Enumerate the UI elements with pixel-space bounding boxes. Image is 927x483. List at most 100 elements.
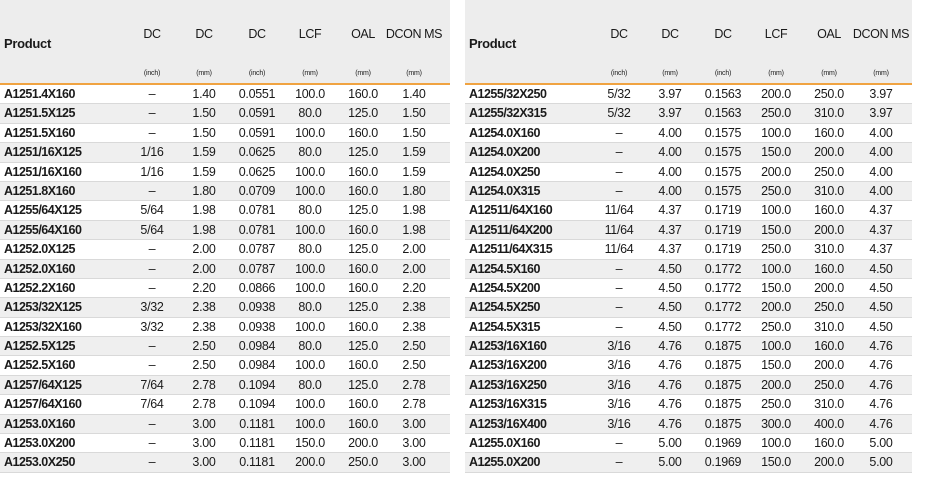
table-cell: 3.97 — [869, 87, 893, 101]
table-cell: 2.00 — [402, 261, 426, 276]
table-cell: 4.37 — [658, 222, 682, 237]
table-cell: 5.00 — [658, 455, 682, 470]
table-cell: 0.1719 — [704, 222, 742, 237]
table-row: A1254.0X160–4.00 0.1575 100.0 160.0 4.00 — [465, 124, 912, 144]
product-code: A1253/16X160 — [469, 339, 547, 354]
table-row: A1253/16X250 3/16 4.76 0.1875 200.0 250.0 4.76 — [465, 375, 912, 396]
table-cell: 200.0 — [761, 164, 791, 179]
table-cell: 400.0 — [814, 416, 844, 431]
table-cell: 4.50 — [658, 300, 682, 315]
table-cell: 0.1875 — [704, 397, 742, 412]
table-cell: 4.00 — [658, 164, 682, 179]
table-cell: 4.50 — [869, 261, 893, 276]
table-cell: 150.0 — [761, 280, 791, 295]
table-cell: 100.0 — [295, 125, 325, 140]
table-cell: – — [148, 339, 156, 354]
table-cell: 0.1772 — [704, 319, 742, 334]
table-cell: 4.76 — [658, 397, 682, 412]
table-cell: 3.97 — [658, 87, 682, 101]
table-cell: 160.0 — [814, 261, 844, 276]
table-cell: 4.00 — [658, 145, 682, 160]
table-cell: 0.0781 — [238, 203, 276, 218]
product-code: A12511/64X160 — [469, 203, 553, 218]
table-cell: 1.50 — [192, 125, 216, 140]
table-cell: 0.1181 — [239, 416, 275, 431]
table-cell: 4.37 — [658, 242, 682, 257]
table-row: A1253/16X400 3/16 4.76 0.1875 300.0 400.0 4.76 — [465, 414, 912, 435]
table-cell: 4.00 — [869, 145, 893, 160]
table-cell: 0.1094 — [238, 397, 276, 412]
table-cell: 4.50 — [658, 319, 682, 334]
table-cell: 1.50 — [402, 125, 426, 140]
table-cell: 1/16 — [140, 164, 164, 179]
table-cell: 310.0 — [814, 319, 844, 334]
table-cell: 2.00 — [192, 242, 216, 257]
table-cell: 100.0 — [295, 87, 325, 101]
table-cell: 2.50 — [192, 358, 216, 373]
table-cell: 0.1563 — [704, 87, 742, 101]
table-cell: 100.0 — [761, 125, 791, 140]
table-cell: 4.50 — [658, 280, 682, 295]
table-cell: 3.00 — [192, 436, 216, 451]
table-row: A1257/64X160 7/64 2.78 0.1094 100.0 160.0 2.78 — [0, 395, 450, 415]
table-cell: – — [148, 87, 156, 101]
table-header: Product DC (inch) DC (mm) DC (inch) LCF (mm) OAL(… — [465, 0, 912, 85]
table-row: A1253.0X200–3.00 0.1181 150.0 200.0 3.00 — [0, 434, 450, 454]
table-cell: 0.0938 — [238, 319, 276, 334]
product-code: A1253/16X400 — [469, 416, 547, 431]
product-code: A1255.0X160 — [469, 436, 540, 451]
table-row: A12511/64X200 11/64 4.37 0.1719 150.0 200.0 4.… — [465, 220, 912, 241]
table-cell: 1.50 — [402, 106, 426, 121]
table-cell: 2.50 — [402, 339, 426, 354]
table-cell: 100.0 — [295, 183, 325, 198]
table-cell: 2.20 — [402, 280, 426, 295]
table-cell: 300.0 — [761, 416, 791, 431]
table-cell: 4.76 — [869, 416, 893, 431]
table-row: A1251.5X160–1.50 0.0591 100.0 160.0 1.50 — [0, 124, 450, 144]
table-cell: 4.76 — [869, 397, 893, 412]
table-cell: 80.0 — [298, 377, 322, 392]
table-cell: – — [148, 416, 156, 431]
table-cell: 150.0 — [761, 222, 791, 237]
table-cell: 4.37 — [869, 203, 893, 218]
table-cell: 3.00 — [402, 416, 426, 431]
table-row: A1253/16X160 3/16 4.76 0.1875 100.0 160.0 4.76 — [465, 337, 912, 357]
product-code: A1254.5X160 — [469, 261, 540, 276]
table-cell: 160.0 — [814, 339, 844, 354]
product-code: A1251.4X160 — [4, 87, 75, 101]
product-code: A1253/32X125 — [4, 300, 82, 315]
table-cell: 4.37 — [658, 203, 682, 218]
table-cell: 4.76 — [658, 339, 682, 354]
table-row: A1251.5X125–1.50 0.0591 80.0 125.0 1.50 — [0, 104, 450, 124]
product-code: A1251.5X160 — [4, 125, 75, 140]
table-cell: 80.0 — [298, 300, 322, 315]
product-column-header: Product — [469, 36, 517, 51]
table-cell: 0.1875 — [704, 339, 742, 354]
table-cell: 200.0 — [761, 300, 791, 315]
table-cell: 100.0 — [295, 358, 325, 373]
table-body: A1255/32X250 5/32 3.97 0.1563 200.0 250.0 3.97… — [465, 85, 912, 473]
table-cell: 0.0625 — [238, 164, 276, 179]
table-cell: 4.00 — [869, 183, 893, 198]
table-cell: 80.0 — [298, 145, 322, 160]
product-code: A1251/16X160 — [4, 164, 82, 179]
table-cell: 250.0 — [761, 183, 791, 198]
table-cell: 250.0 — [761, 319, 791, 334]
table-cell: 80.0 — [298, 106, 322, 121]
table-cell: – — [148, 106, 156, 121]
table-cell: 4.00 — [869, 164, 893, 179]
table-cell: 0.0787 — [238, 242, 276, 257]
table-cell: 7/64 — [140, 397, 164, 412]
table-cell: 4.76 — [869, 339, 893, 354]
table-cell: 1.80 — [402, 183, 426, 198]
table-cell: 2.78 — [402, 397, 426, 412]
table-cell: 4.00 — [658, 125, 682, 140]
table-cell: 0.1875 — [704, 358, 742, 373]
column-header: DCON MS — [852, 27, 910, 41]
table-cell: – — [148, 242, 156, 257]
table-cell: 100.0 — [295, 397, 325, 412]
table-cell: 2.78 — [402, 377, 426, 392]
table-row: A1251/16X160 1/16 1.59 0.0625 100.0 160.0 1.59 — [0, 163, 450, 182]
table-cell: 4.76 — [658, 358, 682, 373]
table-cell: 100.0 — [761, 203, 791, 218]
